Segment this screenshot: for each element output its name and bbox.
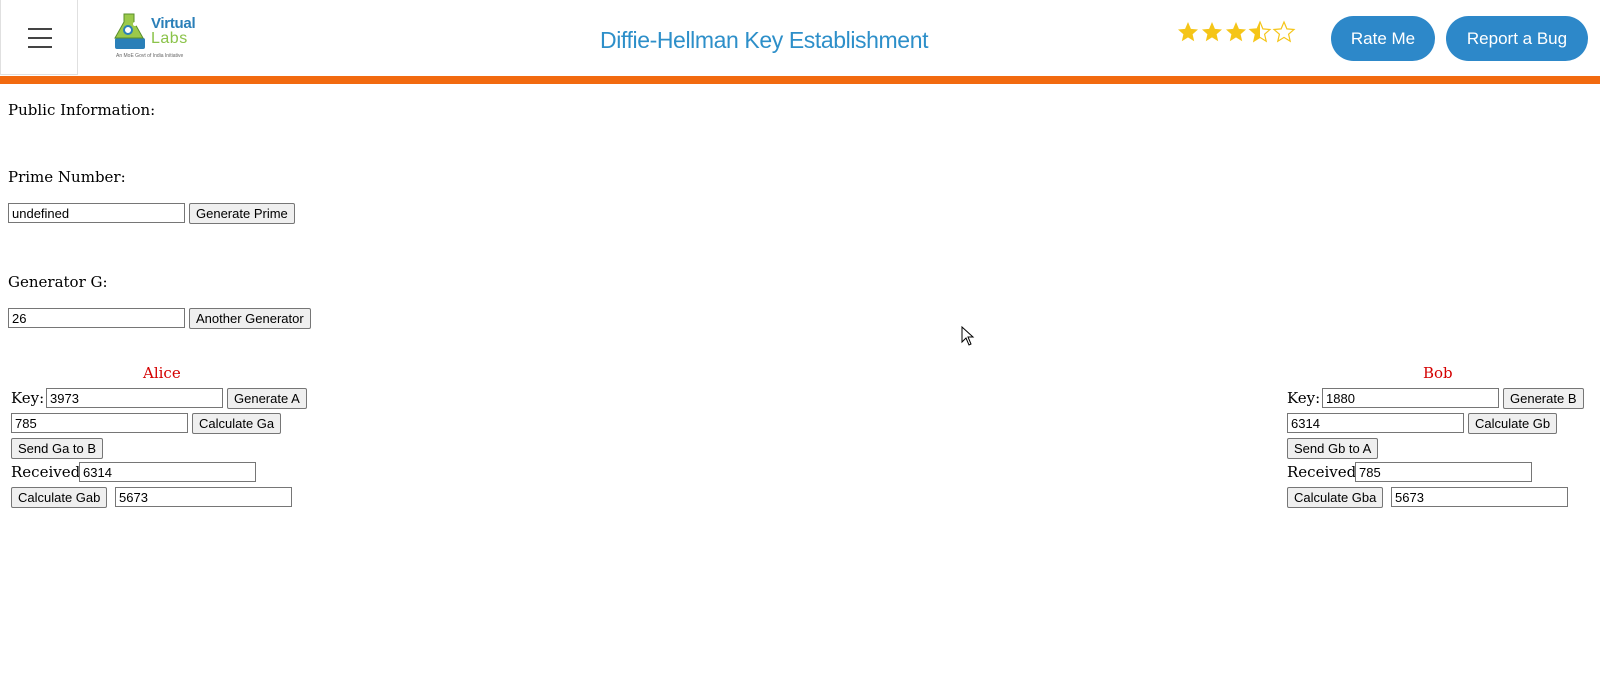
calculate-gab-button[interactable]: Calculate Gab — [11, 487, 108, 508]
star-full-icon — [1178, 22, 1198, 42]
header-divider — [0, 76, 1600, 84]
prime-number-input[interactable] — [8, 203, 185, 223]
report-bug-button[interactable]: Report a Bug — [1446, 16, 1588, 61]
generate-b-button[interactable]: Generate B — [1503, 388, 1584, 409]
star-half-icon — [1248, 20, 1272, 43]
generate-prime-button[interactable]: Generate Prime — [189, 203, 295, 224]
send-ga-button[interactable]: Send Ga to B — [11, 438, 104, 459]
virtual-labs-logo[interactable]: Virtual Labs An MoE Govt of India Initia… — [111, 12, 201, 62]
flask-icon — [114, 13, 145, 49]
star-empty-icon — [1272, 20, 1296, 43]
logo-text-labs: Labs — [151, 30, 188, 47]
generator-label: Generator G: — [8, 273, 108, 291]
menu-line-icon — [28, 46, 52, 48]
logo-subtitle: An MoE Govt of India Initiative — [116, 53, 184, 59]
calculate-gb-button[interactable]: Calculate Gb — [1468, 413, 1558, 434]
bob-gb-input[interactable] — [1287, 413, 1464, 433]
star-rating — [1176, 20, 1296, 44]
alice-key-input[interactable] — [46, 388, 223, 408]
bob-received-label: Received: — [1287, 463, 1362, 481]
mouse-cursor-icon — [961, 326, 975, 346]
alice-shared-key-input[interactable] — [115, 487, 292, 507]
star-full-icon — [1226, 22, 1246, 42]
bob-received-input[interactable] — [1355, 462, 1532, 482]
alice-received-input[interactable] — [79, 462, 256, 482]
calculate-gba-button[interactable]: Calculate Gba — [1287, 487, 1384, 508]
top-navbar: Virtual Labs An MoE Govt of India Initia… — [0, 0, 1600, 76]
send-gb-button[interactable]: Send Gb to A — [1287, 438, 1379, 459]
rate-me-button[interactable]: Rate Me — [1331, 16, 1435, 61]
public-info-heading: Public Information: — [8, 101, 156, 119]
alice-received-label: Received: — [11, 463, 86, 481]
star-full-icon — [1202, 22, 1222, 42]
menu-line-icon — [28, 28, 52, 30]
prime-number-label: Prime Number: — [8, 168, 126, 186]
bob-heading: Bob — [1423, 364, 1453, 382]
hamburger-menu-button[interactable] — [0, 0, 78, 75]
page-title: Diffie-Hellman Key Establishment — [600, 27, 929, 53]
bob-key-label: Key: — [1287, 389, 1321, 407]
alice-key-label: Key: — [11, 389, 45, 407]
alice-ga-input[interactable] — [11, 413, 188, 433]
generate-a-button[interactable]: Generate A — [227, 388, 307, 409]
calculate-ga-button[interactable]: Calculate Ga — [192, 413, 282, 434]
alice-heading: Alice — [143, 364, 181, 382]
another-generator-button[interactable]: Another Generator — [189, 308, 311, 329]
menu-line-icon — [28, 37, 52, 39]
bob-key-input[interactable] — [1322, 388, 1499, 408]
generator-input[interactable] — [8, 308, 185, 328]
bob-shared-key-input[interactable] — [1391, 487, 1568, 507]
